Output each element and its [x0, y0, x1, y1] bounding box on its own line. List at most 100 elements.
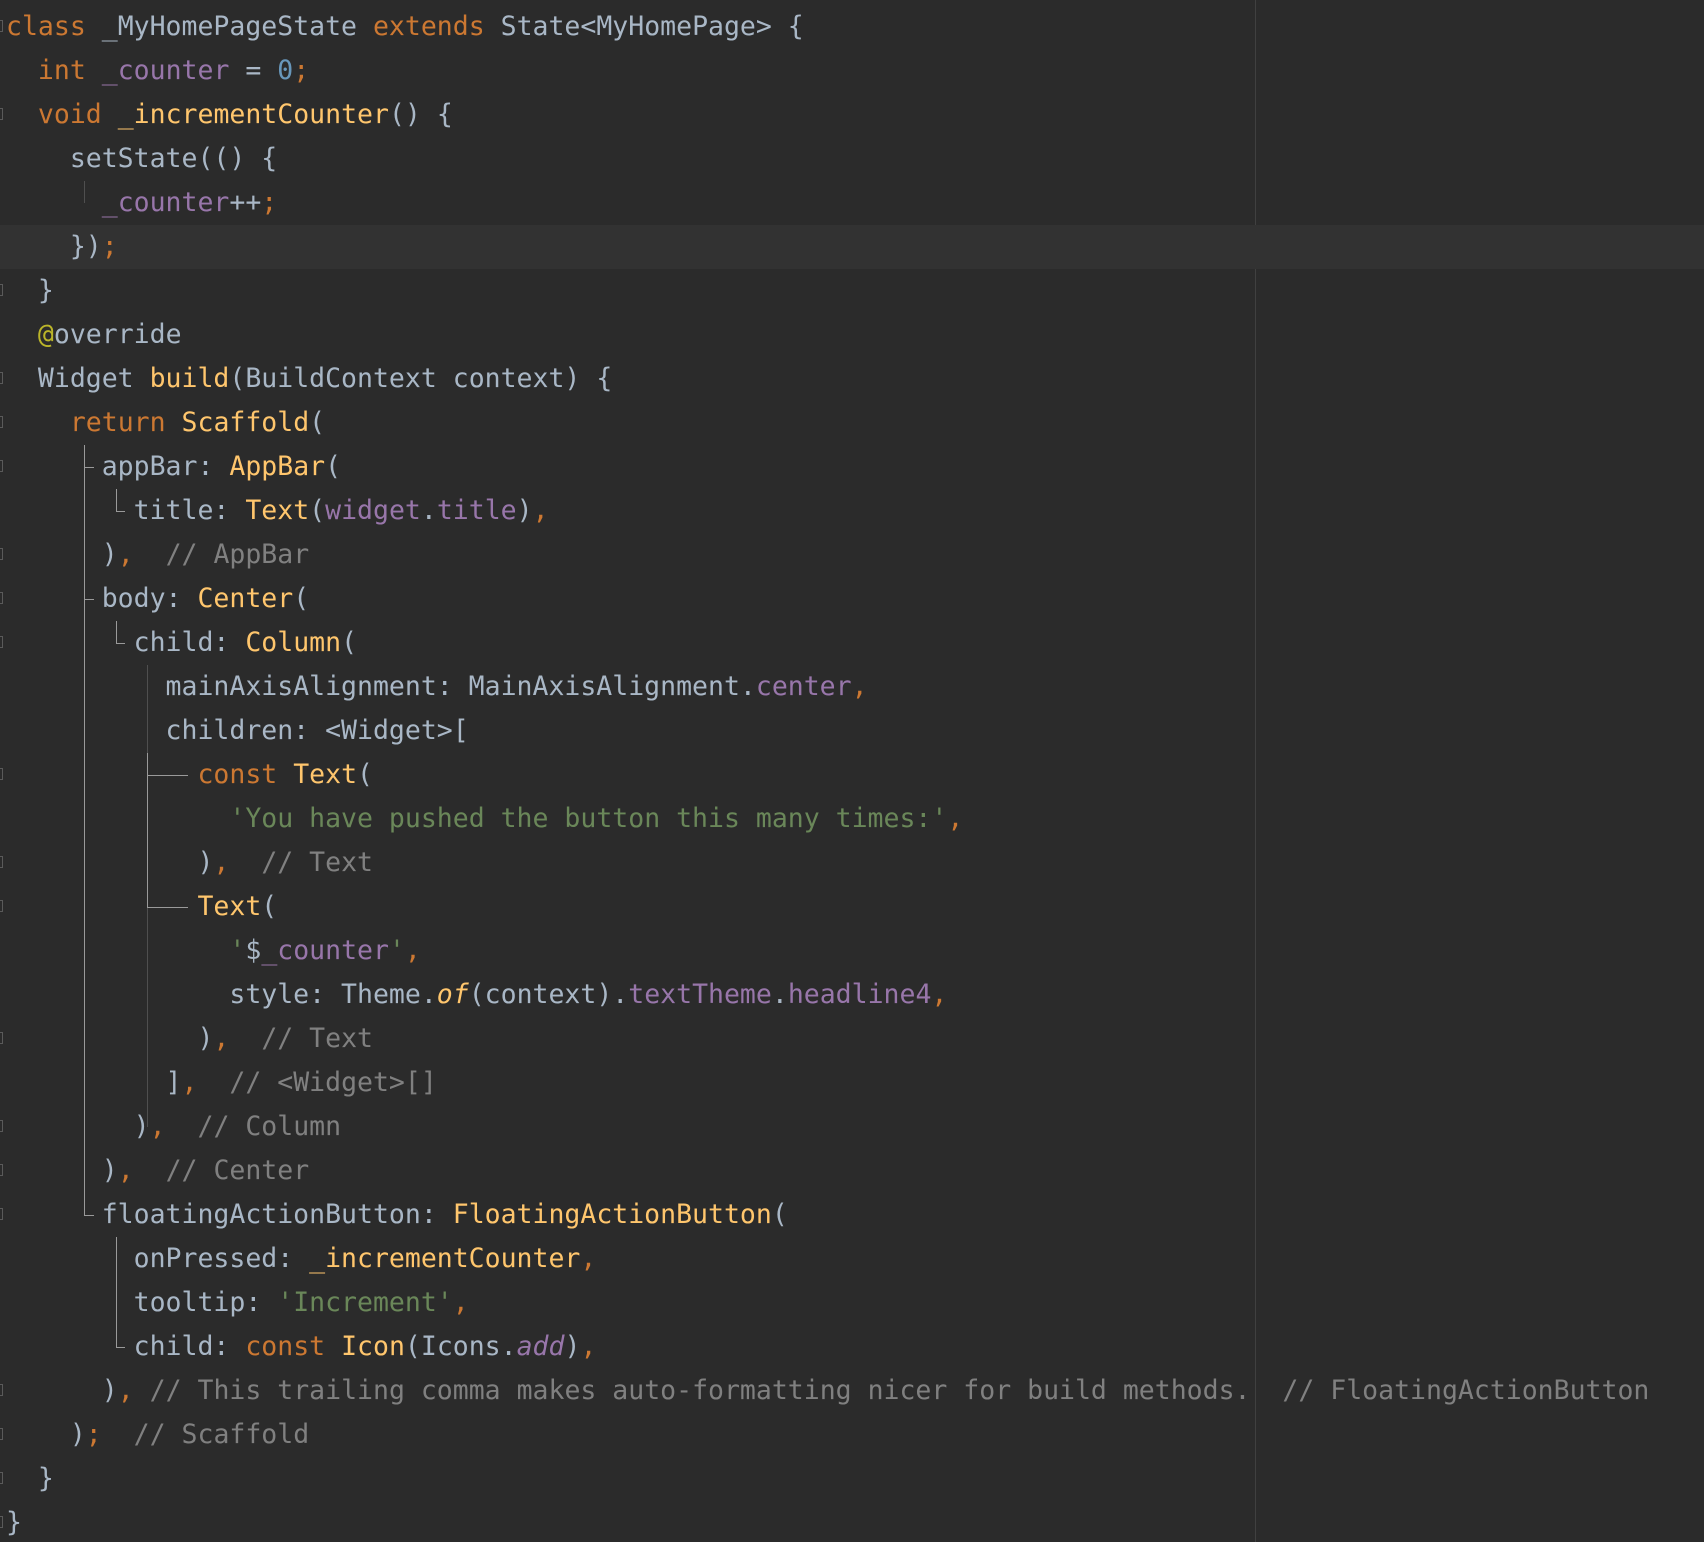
code-token: // Text [261, 1023, 373, 1054]
code-line[interactable]: Text( [0, 885, 1704, 929]
code-token: ) [516, 495, 533, 526]
code-line[interactable]: appBar: AppBar( [0, 445, 1704, 489]
code-token: ; [261, 187, 278, 218]
fold-marker-icon[interactable] [0, 1472, 3, 1484]
code-token: ( [293, 583, 310, 614]
code-token: = [229, 55, 278, 86]
fold-marker-icon[interactable] [0, 20, 3, 32]
code-editor[interactable]: class _MyHomePageState extends State<MyH… [0, 0, 1704, 1542]
fold-marker-icon[interactable] [0, 108, 3, 120]
code-line[interactable]: ), // AppBar [0, 533, 1704, 577]
code-line[interactable]: _counter++; [0, 181, 1704, 225]
code-line[interactable]: ), // Center [0, 1149, 1704, 1193]
code-line[interactable]: setState(() { [0, 137, 1704, 181]
fold-marker-icon[interactable] [0, 1208, 3, 1220]
fold-marker-icon[interactable] [0, 416, 3, 428]
code-token: int [37, 55, 86, 86]
code-line[interactable]: ), // This trailing comma makes auto-for… [0, 1369, 1704, 1413]
code-line[interactable]: ); // Scaffold [0, 1413, 1704, 1457]
code-token: ' [229, 935, 246, 966]
fold-marker-icon[interactable] [0, 1428, 3, 1440]
fold-marker-icon[interactable] [0, 1164, 3, 1176]
code-token: // Scaffold [133, 1419, 310, 1450]
code-token: Scaffold [181, 407, 310, 438]
code-token: // <Widget>[] [229, 1067, 437, 1098]
code-token: }) [6, 231, 102, 262]
fold-marker-icon[interactable] [0, 900, 3, 912]
code-token: State<MyHomePage> { [484, 11, 804, 42]
code-line[interactable]: mainAxisAlignment: MainAxisAlignment.cen… [0, 665, 1704, 709]
code-line[interactable]: return Scaffold( [0, 401, 1704, 445]
code-token: onPressed: [6, 1243, 310, 1274]
code-token: setState(() { [6, 143, 278, 174]
code-token: , [452, 1287, 469, 1318]
code-line[interactable]: 'You have pushed the button this many ti… [0, 797, 1704, 841]
fold-marker-icon[interactable] [0, 592, 3, 604]
code-token: , [580, 1243, 597, 1274]
code-token: ( [261, 891, 278, 922]
code-token: , [851, 671, 868, 702]
code-token: , [404, 935, 421, 966]
fold-marker-icon[interactable] [0, 1032, 3, 1044]
code-line[interactable]: void _incrementCounter() { [0, 93, 1704, 137]
code-line[interactable]: onPressed: _incrementCounter, [0, 1237, 1704, 1281]
code-line[interactable]: style: Theme.of(context).textTheme.headl… [0, 973, 1704, 1017]
fold-marker-icon[interactable] [0, 636, 3, 648]
code-token: title [436, 495, 517, 526]
code-token: center [755, 671, 852, 702]
code-line[interactable]: tooltip: 'Increment', [0, 1281, 1704, 1325]
code-line[interactable]: }); [0, 225, 1704, 269]
code-line[interactable]: body: Center( [0, 577, 1704, 621]
code-token: const [197, 759, 278, 790]
code-token: , [181, 1067, 198, 1098]
code-line[interactable]: children: <Widget>[ [0, 709, 1704, 753]
code-line[interactable]: ), // Column [0, 1105, 1704, 1149]
code-token: , [931, 979, 948, 1010]
code-line[interactable]: child: Column( [0, 621, 1704, 665]
fold-marker-icon[interactable] [0, 1120, 3, 1132]
code-token: _counter [261, 935, 389, 966]
code-token: // Center [165, 1155, 310, 1186]
code-token: ; [293, 55, 310, 86]
code-line[interactable]: floatingActionButton: FloatingActionButt… [0, 1193, 1704, 1237]
code-line[interactable]: child: const Icon(Icons.add), [0, 1325, 1704, 1369]
fold-marker-icon[interactable] [0, 856, 3, 868]
fold-marker-icon[interactable] [0, 372, 3, 384]
code-token: ) [6, 1419, 86, 1450]
code-token: , [532, 495, 549, 526]
code-token: } [6, 1463, 54, 1494]
code-token: // FloatingActionButton [1282, 1375, 1650, 1406]
code-line[interactable]: ), // Text [0, 841, 1704, 885]
fold-marker-icon[interactable] [0, 548, 3, 560]
code-line[interactable]: ], // <Widget>[] [0, 1061, 1704, 1105]
code-token: ( [309, 407, 326, 438]
fold-marker-icon[interactable] [0, 1516, 3, 1528]
code-line[interactable]: } [0, 1457, 1704, 1501]
code-token: ) [6, 847, 214, 878]
code-line[interactable]: @override [0, 313, 1704, 357]
code-token: Text [245, 495, 310, 526]
code-line[interactable]: ), // Text [0, 1017, 1704, 1061]
code-token: void [37, 99, 102, 130]
code-line[interactable]: class _MyHomePageState extends State<MyH… [0, 5, 1704, 49]
code-line[interactable]: title: Text(widget.title), [0, 489, 1704, 533]
code-token: , [117, 1155, 134, 1186]
code-token: (BuildContext context) { [229, 363, 613, 394]
code-line[interactable]: int _counter = 0; [0, 49, 1704, 93]
code-line[interactable]: } [0, 1501, 1704, 1542]
code-line[interactable]: } [0, 269, 1704, 313]
code-token: body: [6, 583, 198, 614]
code-line[interactable]: Widget build(BuildContext context) { [0, 357, 1704, 401]
fold-marker-icon[interactable] [0, 768, 3, 780]
code-line[interactable]: '$_counter', [0, 929, 1704, 973]
code-token: () { [388, 99, 453, 130]
fold-marker-icon[interactable] [0, 460, 3, 472]
code-line[interactable]: const Text( [0, 753, 1704, 797]
fold-marker-icon[interactable] [0, 284, 3, 296]
fold-marker-icon[interactable] [0, 1384, 3, 1396]
code-token: } [6, 1507, 22, 1538]
